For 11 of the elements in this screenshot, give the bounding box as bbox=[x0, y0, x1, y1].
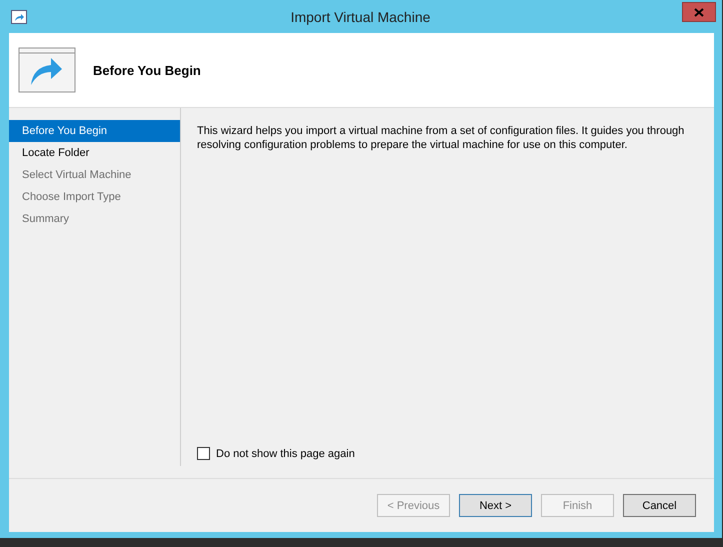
page-heading: Before You Begin bbox=[93, 62, 201, 78]
close-icon bbox=[694, 8, 704, 16]
step-item[interactable]: Before You Begin bbox=[9, 120, 180, 142]
checkbox-label: Do not show this page again bbox=[216, 448, 355, 460]
window-title: Import Virtual Machine bbox=[290, 8, 430, 24]
wizard-button[interactable]: Cancel bbox=[623, 494, 696, 517]
step-item[interactable]: Locate Folder bbox=[9, 142, 180, 164]
wizard-button[interactable]: Next > bbox=[459, 494, 532, 517]
description-text: This wizard helps you import a virtual machine from a set of configuration files. It guides you through resolving configuration problems to prepare the virtual machine for use on this computer. bbox=[197, 124, 686, 152]
checkbox[interactable] bbox=[197, 447, 210, 460]
close-button[interactable] bbox=[682, 2, 716, 22]
